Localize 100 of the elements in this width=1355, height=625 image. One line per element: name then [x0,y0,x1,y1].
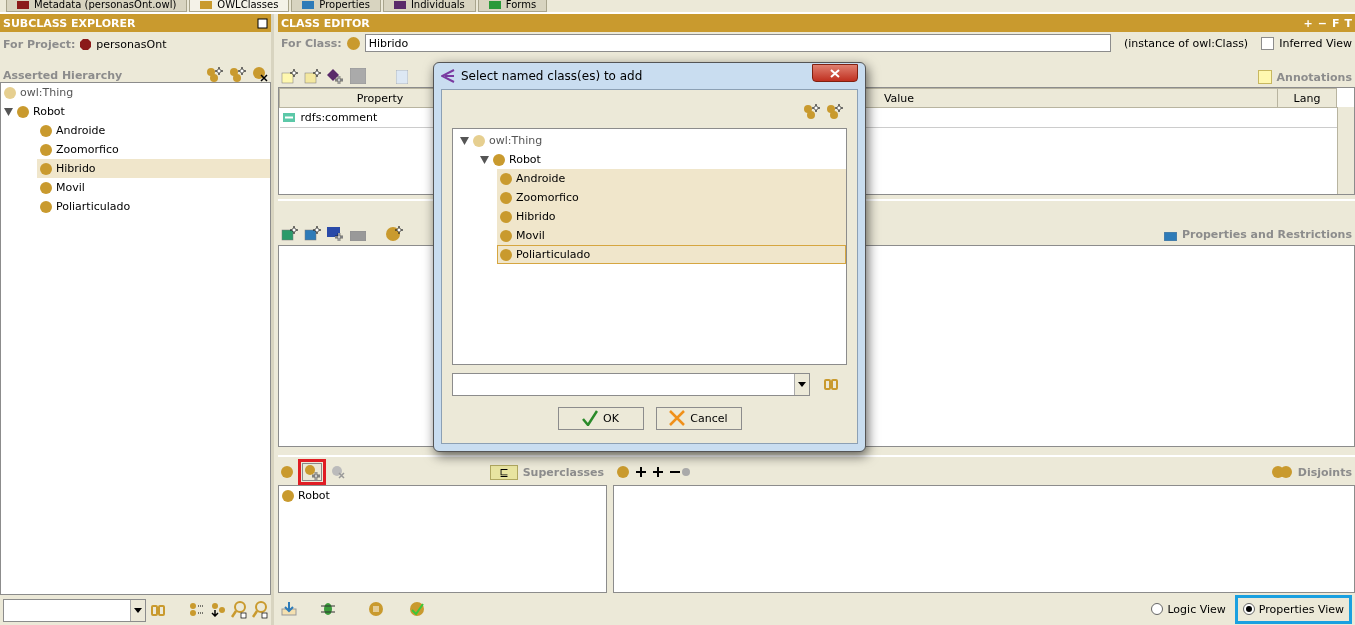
dialog-title: Select named class(es) to add [461,69,643,83]
tree-item[interactable]: Zoomorfico [37,140,270,159]
add-property-icon[interactable] [327,68,345,84]
class-icon [500,229,512,242]
project-icon [80,38,92,50]
maximize-icon[interactable] [257,17,268,29]
restriction-icon[interactable] [386,225,404,241]
tab-icon [17,1,29,9]
tree-item[interactable]: Zoomorfico [497,188,846,207]
class-icon [282,489,294,502]
close-icon [830,68,840,78]
class-icon [500,210,512,223]
radio-button[interactable] [1151,603,1164,615]
comment-icon [282,112,295,122]
disjoint-tools-icon[interactable] [616,465,690,479]
table-cell: rdfs:comment [300,110,378,124]
checkbox-label: Inferred View [1279,36,1352,50]
class-icon [4,86,16,99]
panel-title: SUBCLASS EXPLORER [3,16,136,30]
tree-item[interactable]: Hibrido [37,159,270,178]
delete-class-icon[interactable] [252,66,268,82]
tree-item[interactable]: owl:Thing [457,131,846,150]
radio-option[interactable]: Properties View [1238,598,1348,620]
class-icon [40,181,52,194]
new-property-icon[interactable] [304,225,322,241]
tree-item[interactable]: Robot [1,102,270,121]
column-header: Lang [1277,88,1337,108]
checkbox[interactable] [1261,36,1275,50]
annotation-note-icon [1257,70,1272,84]
class-icon [500,191,512,204]
create-sibling-icon[interactable] [229,66,247,82]
tab-icon [302,1,315,9]
class-icon [17,105,29,118]
tree-item[interactable]: Poliarticulado [497,245,846,264]
tree-item[interactable]: Androide [37,121,270,140]
tree-item[interactable]: Androide [497,169,846,188]
ok-button[interactable]: OK [557,406,644,430]
class-icon [40,124,52,137]
create-subclass-icon[interactable] [803,103,821,119]
search-key-icon[interactable] [231,601,247,619]
radio-button[interactable] [1242,603,1255,615]
tab-icon [393,1,406,9]
tree-item[interactable]: Movil [37,178,270,197]
project-label: For Project: [3,37,76,51]
class-icon [500,172,512,185]
search-key-icon[interactable] [252,601,268,619]
bug-icon[interactable] [321,602,335,616]
class-icon [493,153,505,166]
list-item[interactable]: Robot [298,489,330,502]
create-subclass-icon[interactable] [206,66,224,82]
properties-icon [1163,232,1177,241]
import-icon[interactable] [281,602,297,616]
scrollbar[interactable] [1337,107,1354,194]
tab[interactable]: Individuals [382,0,476,12]
expand-triangle-icon[interactable] [4,107,13,116]
tab[interactable]: OWLClasses [189,0,290,12]
expand-triangle-icon[interactable] [460,136,469,145]
class-list-icon[interactable] [189,603,205,617]
new-document-icon[interactable] [304,68,322,84]
class-icon [40,162,52,175]
close-button[interactable] [812,64,858,82]
app-icon [441,69,455,83]
tree-item[interactable]: Hibrido [497,207,846,226]
cancel-button[interactable]: Cancel [655,406,742,430]
tree-item[interactable]: Robot [477,150,846,169]
tab-icon [200,1,213,9]
tab[interactable]: Metadata (personasOnt.owl) [6,0,188,12]
caret-icon [798,381,806,387]
disjoint-icon [1270,465,1293,479]
class-icon [346,36,360,50]
class-icon [500,248,512,261]
project-name: personasOnt [96,37,167,51]
class-icon [40,200,52,213]
checkmark-icon [582,410,599,426]
search-combo[interactable] [3,598,146,622]
tree-item[interactable]: Poliarticulado [37,197,270,216]
expand-triangle-icon[interactable] [480,155,489,164]
tab[interactable]: Properties [291,0,381,12]
create-sibling-icon[interactable] [826,103,844,119]
section-label: Asserted Hierarchy [3,69,123,82]
section-label: Superclasses [522,465,604,479]
new-property-icon[interactable] [281,225,299,241]
section-label: Properties and Restrictions [1181,228,1352,241]
radio-option[interactable]: Logic View [1147,598,1230,620]
section-label: Disjoints [1297,465,1352,479]
move-down-icon[interactable] [210,603,226,617]
tree-item[interactable]: Movil [497,226,846,245]
add-property-icon[interactable] [327,225,345,241]
class-name-field[interactable]: Hibrido [364,34,1111,52]
class-label: For Class: [281,36,342,50]
class-icon [473,134,485,147]
panel-title: CLASS EDITOR [281,16,370,30]
tab[interactable]: Forms [477,0,548,12]
check-icon[interactable] [409,601,425,617]
tab-icon [488,1,501,9]
instance-of-text: (instance of owl:Class) [1123,36,1249,50]
tree-item[interactable]: owl:Thing [1,83,270,102]
new-annotation-icon[interactable] [281,68,299,84]
search-combo[interactable] [452,372,810,396]
subclass-symbol-button[interactable]: ⊑ [490,464,518,480]
